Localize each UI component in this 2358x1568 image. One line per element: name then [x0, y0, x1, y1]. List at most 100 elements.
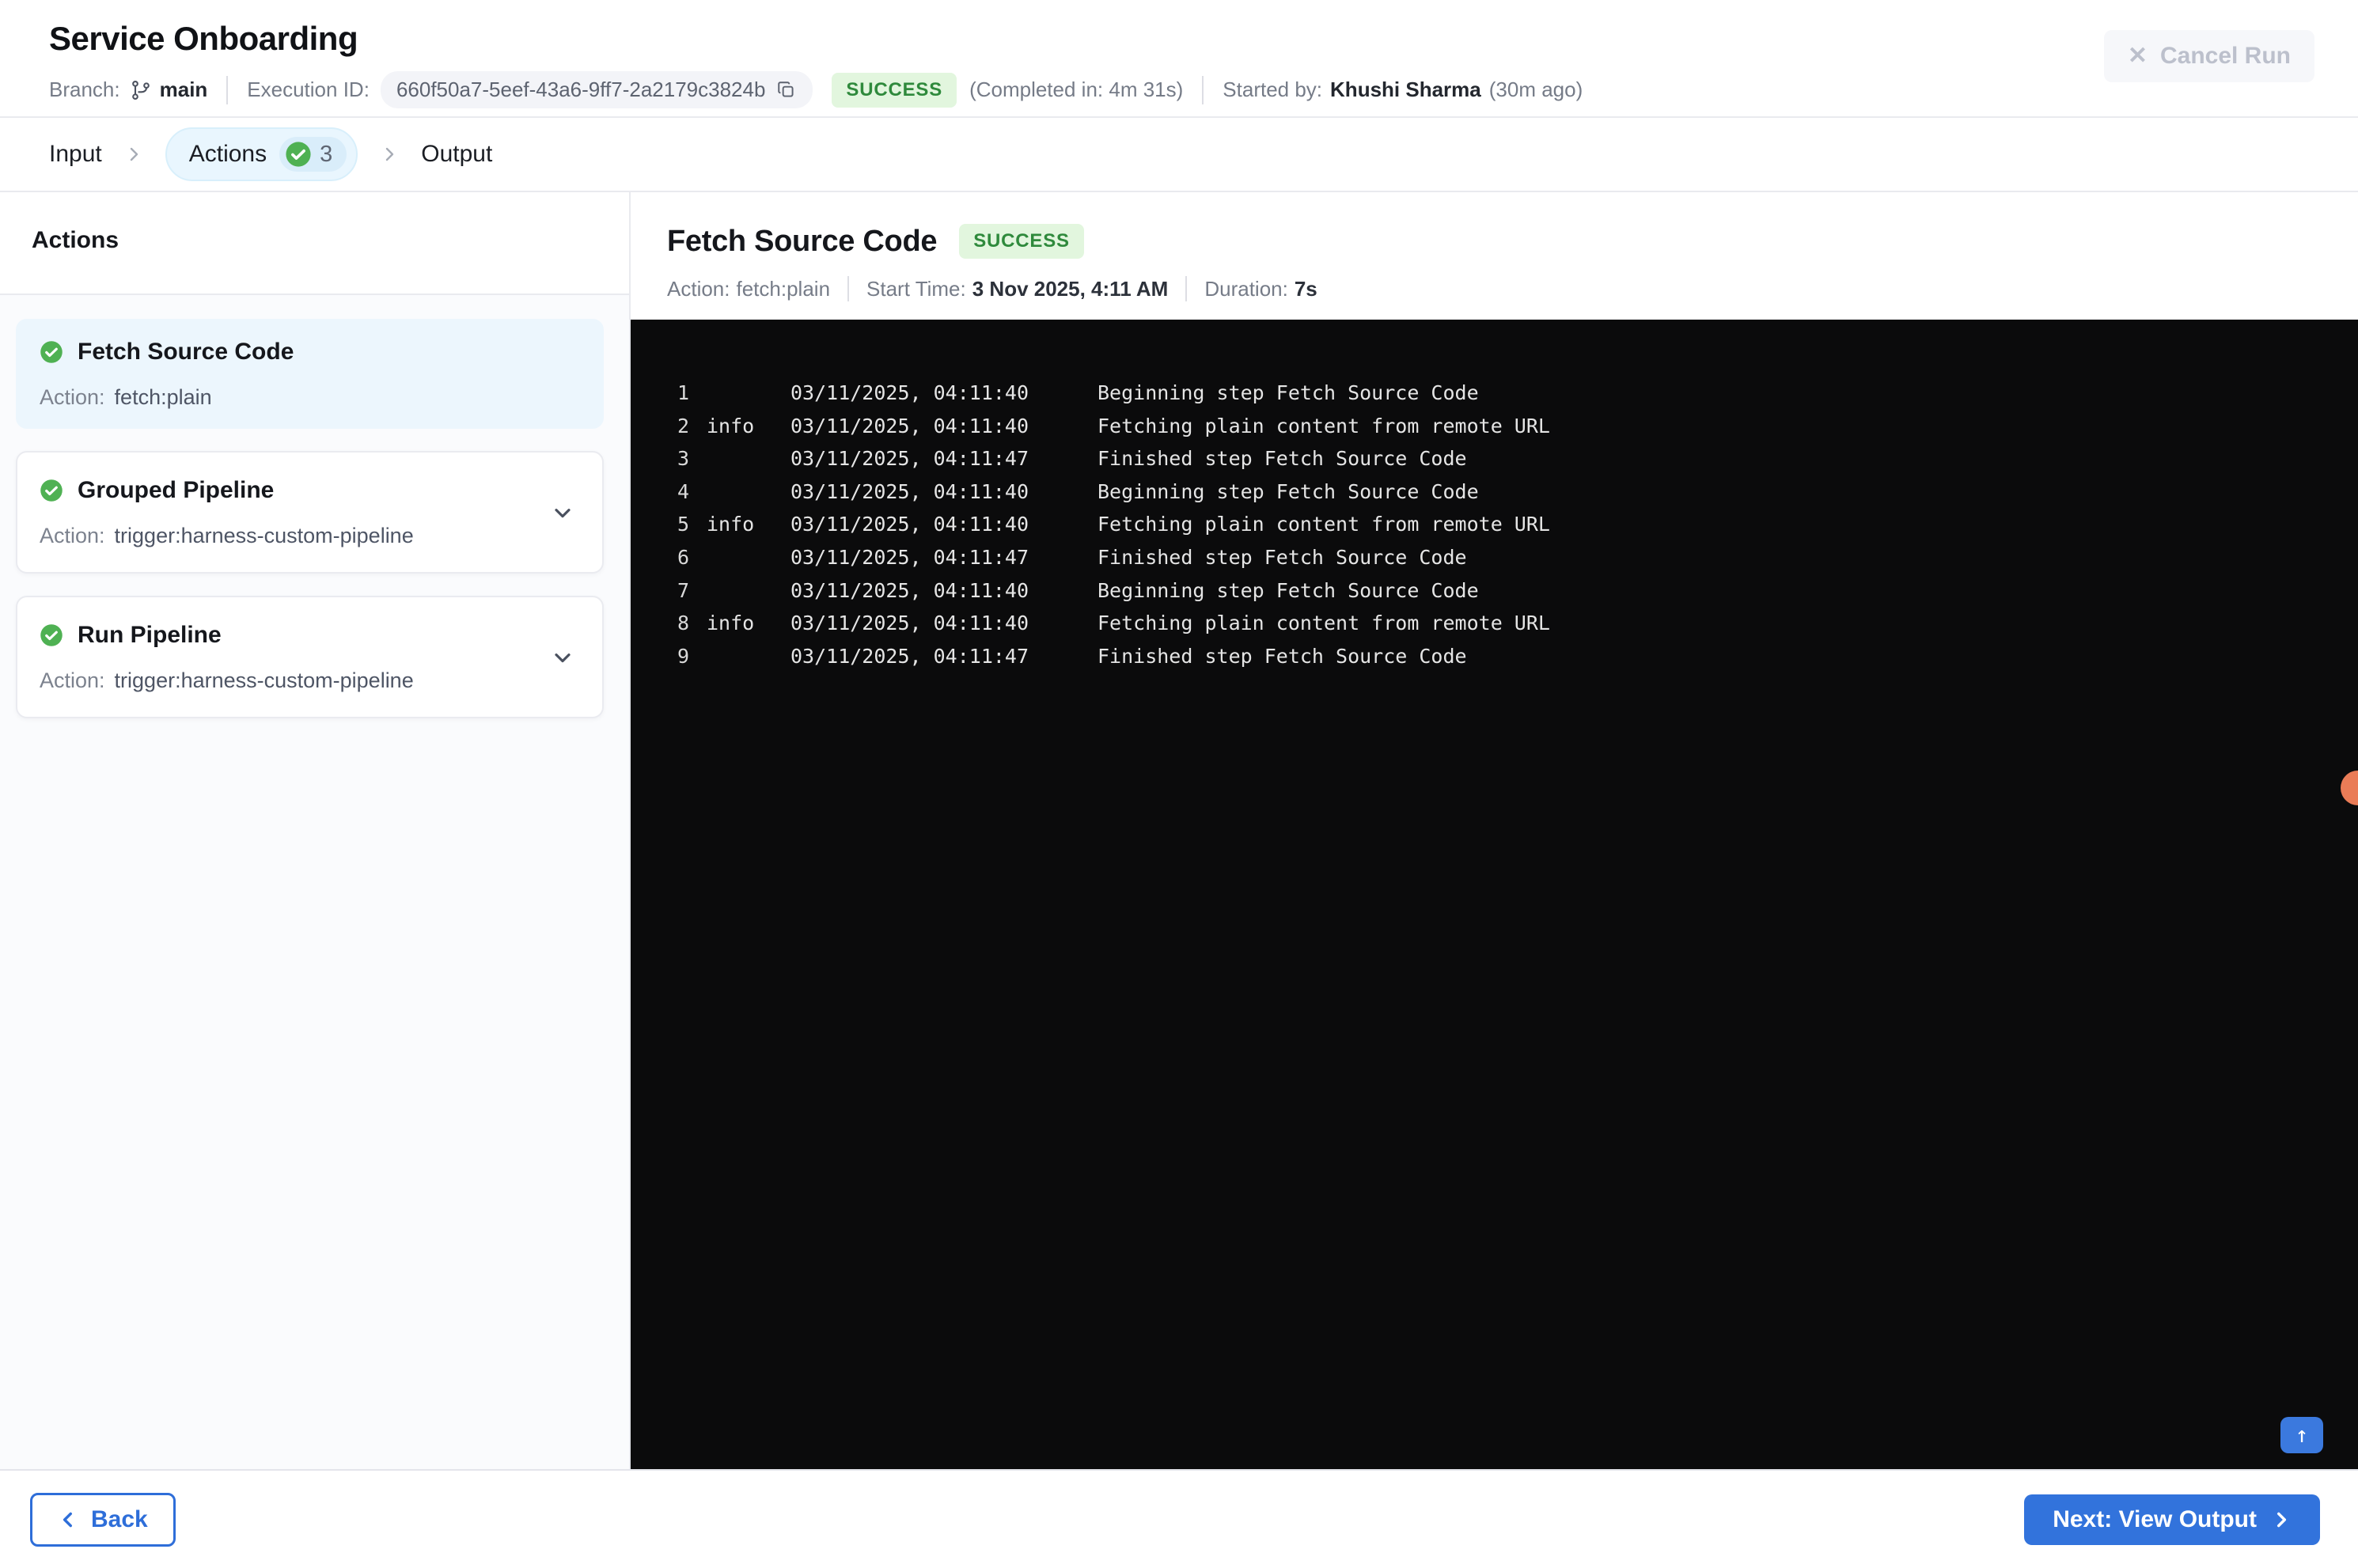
- top-header: Service Onboarding Branch: main Executio…: [0, 0, 2358, 118]
- started-ago-text: (30m ago): [1488, 78, 1583, 101]
- step-duration-value: 7s: [1294, 276, 1317, 301]
- step-meta-row: Action: fetch:plain Start Time: 3 Nov 20…: [667, 276, 2358, 301]
- execution-id-label: Execution ID:: [247, 78, 370, 101]
- log-timestamp: 03/11/2025, 04:11:47: [790, 644, 1029, 668]
- tab-actions[interactable]: Actions 3: [165, 127, 358, 181]
- card-title-row: Grouped Pipeline: [40, 476, 580, 505]
- sidebar-heading: Actions: [0, 192, 629, 295]
- actions-count-badge: 3: [279, 137, 347, 172]
- actions-list: Fetch Source Code Action: fetch:plain Gr…: [0, 295, 629, 1469]
- divider: [1185, 276, 1188, 301]
- action-card[interactable]: Grouped Pipeline Action: trigger:harness…: [16, 451, 604, 574]
- action-card-title: Fetch Source Code: [78, 339, 294, 365]
- divider: [1202, 75, 1204, 104]
- check-circle-icon: [40, 341, 63, 363]
- log-line-number: 2: [677, 414, 689, 437]
- chevron-right-icon: [2277, 1512, 2287, 1527]
- action-card-title: Grouped Pipeline: [78, 477, 275, 503]
- log-timestamp: 03/11/2025, 04:11:40: [790, 381, 1029, 404]
- log-level: [707, 640, 756, 673]
- footer-bar: Back Next: View Output: [0, 1469, 2358, 1568]
- branch-name: main: [159, 78, 208, 101]
- step-duration-label: Duration:: [1204, 276, 1288, 301]
- log-message: Beginning step Fetch Source Code: [1097, 381, 1479, 404]
- card-title-row: Run Pipeline: [40, 621, 580, 650]
- log-timestamp: 03/11/2025, 04:11:40: [790, 578, 1029, 602]
- log-timestamp: 03/11/2025, 04:11:40: [790, 414, 1029, 437]
- log-line: 2 info 03/11/2025, 04:11:40 Fetching pla…: [631, 410, 2358, 443]
- started-by-name: Khushi Sharma: [1330, 78, 1481, 101]
- chevron-down-icon[interactable]: [550, 500, 575, 525]
- orange-marker-dot: [2341, 771, 2358, 805]
- log-line-number: 9: [677, 644, 689, 668]
- action-label: Action:: [40, 385, 105, 409]
- log-line-number: 6: [677, 545, 689, 569]
- action-card-meta: Action: fetch:plain: [40, 384, 580, 410]
- log-line: 5 info 03/11/2025, 04:11:40 Fetching pla…: [631, 508, 2358, 541]
- action-card[interactable]: Fetch Source Code Action: fetch:plain: [16, 319, 604, 429]
- log-console: 1 03/11/2025, 04:11:40 Beginning step Fe…: [631, 320, 2358, 1469]
- log-line-number: 3: [677, 447, 689, 471]
- log-level: info: [707, 612, 755, 635]
- action-label: Action:: [40, 668, 105, 692]
- step-header: Fetch Source Code SUCCESS Action: fetch:…: [631, 192, 2358, 320]
- started-by-label: Started by:: [1223, 78, 1323, 101]
- action-card-meta: Action: trigger:harness-custom-pipeline: [40, 668, 580, 693]
- tab-output[interactable]: Output: [421, 141, 492, 168]
- check-circle-icon: [40, 479, 63, 502]
- log-level: [707, 574, 756, 608]
- log-level: [707, 475, 756, 509]
- log-line: 9 03/11/2025, 04:11:47 Finished step Fet…: [631, 640, 2358, 673]
- cancel-run-button[interactable]: ✕ Cancel Run: [2103, 30, 2314, 82]
- log-line-number: 1: [677, 381, 689, 404]
- back-button-label: Back: [91, 1506, 148, 1532]
- completed-in-text: (Completed in: 4m 31s): [969, 78, 1184, 101]
- stepper-tabs: Input Actions 3 Output: [0, 118, 2358, 192]
- log-level: [707, 442, 756, 475]
- log-line-number: 8: [677, 612, 689, 635]
- log-timestamp: 03/11/2025, 04:11:40: [790, 479, 1029, 503]
- log-line-number: 7: [677, 578, 689, 602]
- log-line-number: 4: [677, 479, 689, 503]
- scroll-to-top-button[interactable]: ↑: [2280, 1417, 2323, 1453]
- step-detail-panel: Fetch Source Code SUCCESS Action: fetch:…: [631, 192, 2358, 1469]
- chevron-right-icon: [124, 145, 143, 164]
- log-timestamp: 03/11/2025, 04:11:40: [790, 513, 1029, 536]
- log-timestamp: 03/11/2025, 04:11:47: [790, 447, 1029, 471]
- action-value: trigger:harness-custom-pipeline: [114, 668, 414, 692]
- divider: [847, 276, 850, 301]
- chevron-down-icon[interactable]: [550, 645, 575, 670]
- log-message: Finished step Fetch Source Code: [1097, 447, 1467, 471]
- execution-meta-row: Branch: main Execution ID: 660f50a7-5eef…: [49, 71, 2358, 108]
- log-timestamp: 03/11/2025, 04:11:40: [790, 612, 1029, 635]
- log-line: 8 info 03/11/2025, 04:11:40 Fetching pla…: [631, 607, 2358, 640]
- action-card-title: Run Pipeline: [78, 622, 222, 648]
- log-message: Finished step Fetch Source Code: [1097, 644, 1467, 668]
- app-window: Service Onboarding Branch: main Executio…: [0, 0, 2358, 1568]
- step-title: Fetch Source Code: [667, 225, 938, 258]
- log-message: Beginning step Fetch Source Code: [1097, 578, 1479, 602]
- log-level: info: [707, 513, 755, 536]
- tab-actions-label: Actions: [188, 141, 267, 167]
- log-line: 4 03/11/2025, 04:11:40 Beginning step Fe…: [631, 475, 2358, 509]
- action-card[interactable]: Run Pipeline Action: trigger:harness-cus…: [16, 596, 604, 718]
- next-view-output-button[interactable]: Next: View Output: [2024, 1494, 2320, 1545]
- chevron-left-icon: [63, 1512, 72, 1527]
- tab-input[interactable]: Input: [49, 141, 102, 168]
- log-line-number: 5: [677, 513, 689, 536]
- branch-label: Branch:: [49, 78, 120, 101]
- action-value: trigger:harness-custom-pipeline: [114, 524, 414, 547]
- copy-icon[interactable]: [776, 80, 797, 100]
- log-message: Beginning step Fetch Source Code: [1097, 479, 1479, 503]
- close-icon: ✕: [2127, 43, 2148, 69]
- log-message: Finished step Fetch Source Code: [1097, 545, 1467, 569]
- log-line: 6 03/11/2025, 04:11:47 Finished step Fet…: [631, 541, 2358, 574]
- step-start-label: Start Time:: [866, 276, 966, 301]
- log-level: [707, 377, 756, 410]
- log-line: 3 03/11/2025, 04:11:47 Finished step Fet…: [631, 442, 2358, 475]
- cancel-run-label: Cancel Run: [2159, 43, 2291, 69]
- content-area: Actions Fetch Source Code Action: fetch:…: [0, 192, 2358, 1469]
- log-timestamp: 03/11/2025, 04:11:47: [790, 545, 1029, 569]
- action-card-meta: Action: trigger:harness-custom-pipeline: [40, 523, 580, 548]
- back-button[interactable]: Back: [30, 1492, 176, 1547]
